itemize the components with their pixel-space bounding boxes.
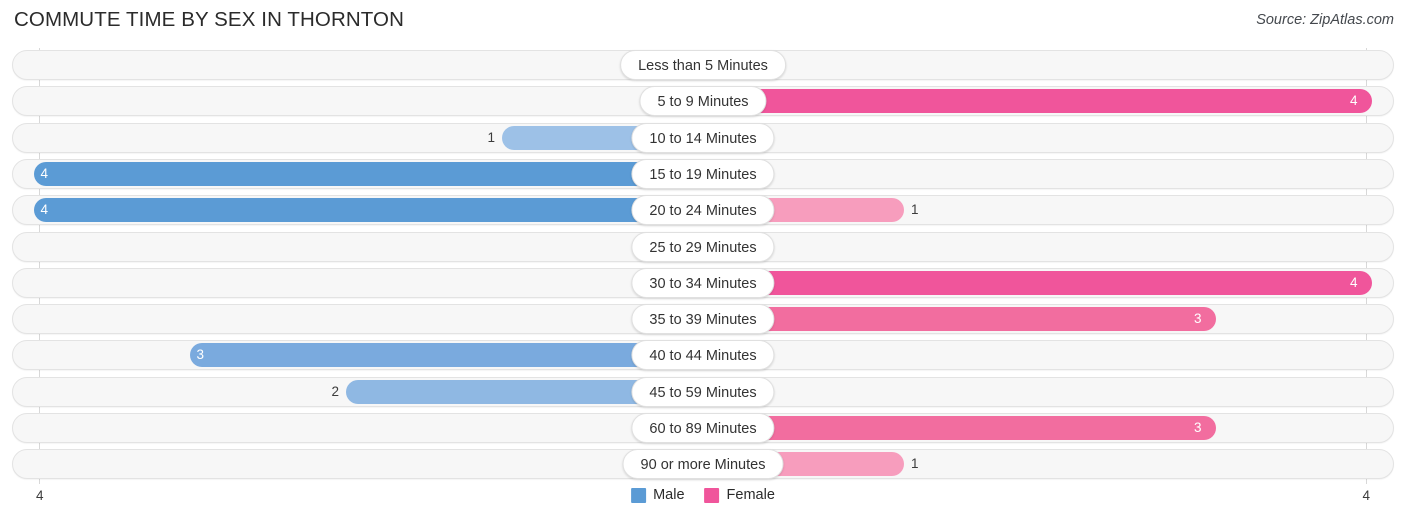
bar-value-female: 4 xyxy=(1350,274,1358,290)
bar-value-male: 4 xyxy=(40,202,48,218)
bar-value-female: 1 xyxy=(911,202,919,218)
bar-value-male: 3 xyxy=(196,347,204,363)
category-label: 20 to 24 Minutes xyxy=(631,195,775,226)
bar-value-female: 3 xyxy=(1194,420,1202,435)
bar-female[interactable] xyxy=(703,270,1372,295)
chart-row: 1010 to 14 Minutes xyxy=(12,122,1394,153)
chart-row: 4015 to 19 Minutes xyxy=(12,158,1394,189)
category-label: 40 to 44 Minutes xyxy=(631,340,775,371)
category-label: 45 to 59 Minutes xyxy=(631,376,775,407)
bar-value-male: 4 xyxy=(40,165,48,181)
category-label: 5 to 9 Minutes xyxy=(639,86,767,117)
chart-row: 2045 to 59 Minutes xyxy=(12,376,1394,407)
plot-area: 00Less than 5 Minutes045 to 9 Minutes101… xyxy=(0,48,1406,484)
chart-row: 3040 to 44 Minutes xyxy=(12,340,1394,371)
chart-row: 0335 to 39 Minutes xyxy=(12,304,1394,335)
bar-female[interactable] xyxy=(703,307,1216,332)
bar-female[interactable] xyxy=(703,416,1216,440)
chart-legend: Male Female xyxy=(631,487,775,503)
axis-tick-right: 4 xyxy=(1362,488,1370,503)
chart-row: 045 to 9 Minutes xyxy=(12,86,1394,117)
legend-item-female[interactable]: Female xyxy=(704,487,775,503)
category-label: 60 to 89 Minutes xyxy=(631,413,775,443)
chart-footer: 4 4 Male Female xyxy=(0,484,1406,518)
bar-male[interactable] xyxy=(34,198,703,223)
chart-row: 0430 to 34 Minutes xyxy=(12,267,1394,298)
bar-female[interactable] xyxy=(703,89,1372,114)
legend-item-male[interactable]: Male xyxy=(631,487,685,503)
bar-value-female: 3 xyxy=(1194,311,1202,327)
category-label: 15 to 19 Minutes xyxy=(631,158,775,189)
source-attribution: Source: ZipAtlas.com xyxy=(1256,12,1394,28)
chart-row: 0360 to 89 Minutes xyxy=(12,413,1394,443)
category-label: 90 or more Minutes xyxy=(622,449,784,480)
bar-value-female: 4 xyxy=(1350,93,1358,109)
bar-male[interactable] xyxy=(34,161,703,186)
legend-swatch-male xyxy=(631,487,647,503)
bar-value-male: 1 xyxy=(487,129,495,145)
chart-container: COMMUTE TIME BY SEX IN THORNTON Source: … xyxy=(0,0,1406,522)
bar-value-male: 2 xyxy=(331,383,339,399)
chart-row: 4 1 20 to 24 Minutes xyxy=(12,195,1394,226)
chart-row: 00Less than 5 Minutes xyxy=(12,50,1394,80)
axis-tick-left: 4 xyxy=(36,488,44,503)
legend-label-female: Female xyxy=(726,487,775,503)
category-label: 30 to 34 Minutes xyxy=(631,267,775,298)
chart-row: 0190 or more Minutes xyxy=(12,449,1394,480)
bar-male[interactable] xyxy=(190,343,703,368)
category-label: 25 to 29 Minutes xyxy=(631,231,775,262)
category-label: 10 to 14 Minutes xyxy=(631,122,775,153)
category-label: 35 to 39 Minutes xyxy=(631,304,775,335)
category-label: Less than 5 Minutes xyxy=(620,50,786,80)
legend-swatch-female xyxy=(704,487,720,503)
bar-value-female: 1 xyxy=(911,456,919,472)
page-title: COMMUTE TIME BY SEX IN THORNTON xyxy=(14,8,404,31)
chart-row: 0025 to 29 Minutes xyxy=(12,231,1394,262)
legend-label-male: Male xyxy=(653,487,685,503)
